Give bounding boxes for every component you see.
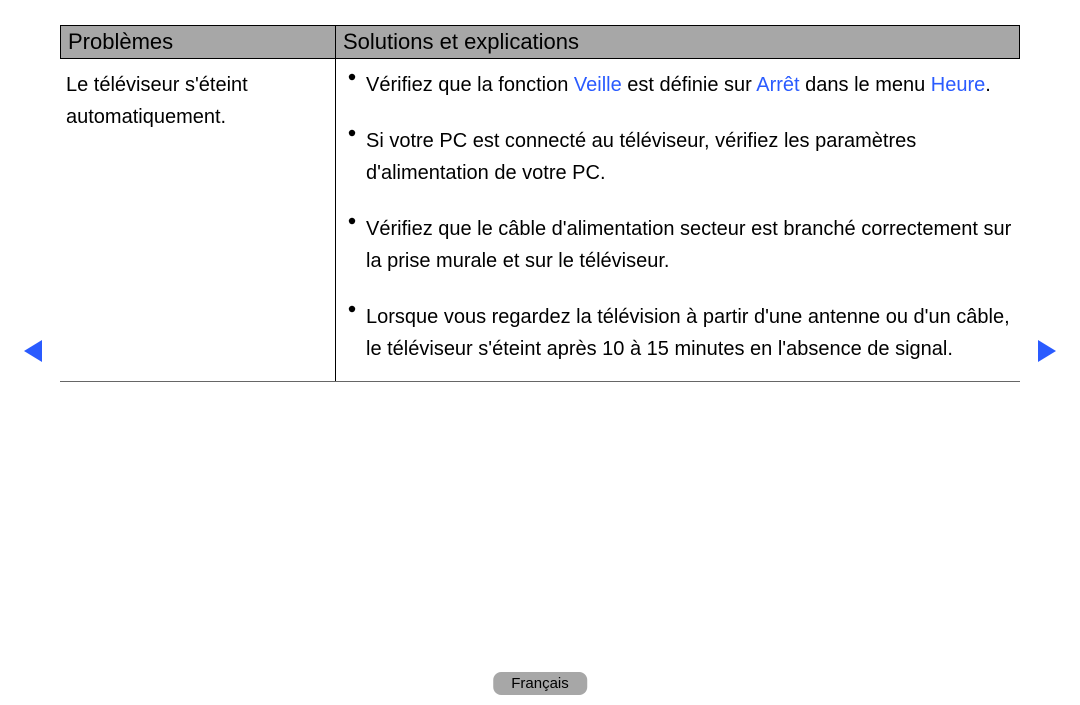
b1-link-heure: Heure	[931, 74, 985, 96]
table-body-row: Le téléviseur s'éteint automatiquement. …	[60, 59, 1020, 382]
chevron-left-icon	[22, 338, 44, 364]
language-badge: Français	[493, 672, 587, 695]
b3-text: Vérifiez que le câble d'alimentation sec…	[366, 213, 1014, 277]
next-page-button[interactable]	[1036, 338, 1058, 369]
bullet-dot-icon	[348, 125, 366, 189]
b1-mid: est définie sur	[622, 74, 757, 96]
b1-post2: .	[985, 74, 991, 96]
b1-post1: dans le menu	[800, 74, 931, 96]
b1-pre: Vérifiez que la fonction	[366, 74, 574, 96]
bullet-3: Vérifiez que le câble d'alimentation sec…	[348, 213, 1014, 277]
b1-link-veille: Veille	[574, 74, 622, 96]
bullet-dot-icon	[348, 213, 366, 277]
header-problems: Problèmes	[61, 26, 336, 58]
bullet-1: Vérifiez que la fonction Veille est défi…	[348, 69, 1014, 101]
bullet-2: Si votre PC est connecté au téléviseur, …	[348, 125, 1014, 189]
problem-cell: Le téléviseur s'éteint automatiquement.	[60, 59, 336, 381]
b4-text: Lorsque vous regardez la télévision à pa…	[366, 301, 1014, 365]
header-solutions: Solutions et explications	[336, 26, 1019, 58]
prev-page-button[interactable]	[22, 338, 44, 369]
bullet-4: Lorsque vous regardez la télévision à pa…	[348, 301, 1014, 365]
bullet-dot-icon	[348, 301, 366, 365]
solution-cell: Vérifiez que la fonction Veille est défi…	[336, 59, 1020, 381]
problem-text-2: automatiquement.	[66, 106, 226, 128]
troubleshoot-table: Problèmes Solutions et explications Le t…	[60, 25, 1020, 382]
problem-text-1: Le téléviseur s'éteint	[66, 74, 248, 96]
table-header-row: Problèmes Solutions et explications	[60, 25, 1020, 59]
bullet-dot-icon	[348, 69, 366, 101]
b1-link-arret: Arrêt	[756, 74, 799, 96]
b2-text: Si votre PC est connecté au téléviseur, …	[366, 125, 1014, 189]
chevron-right-icon	[1036, 338, 1058, 364]
